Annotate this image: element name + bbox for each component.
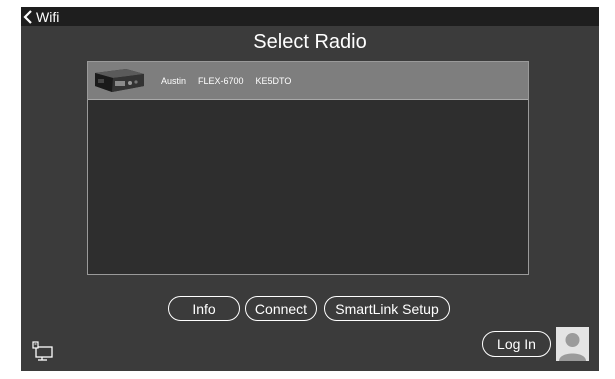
user-avatar-icon[interactable]	[556, 327, 589, 361]
log-in-button[interactable]: Log In	[482, 331, 551, 357]
radio-device-image	[95, 69, 144, 92]
radio-callsign: KE5DTO	[255, 75, 292, 86]
radio-list[interactable]: Austin FLEX-6700 KE5DTO	[87, 61, 529, 275]
app-window: Wifi Select Radio Austin FLEX-6700 KE5DT…	[21, 7, 599, 371]
radio-row[interactable]: Austin FLEX-6700 KE5DTO	[88, 62, 528, 100]
back-button[interactable]: Wifi	[23, 8, 59, 25]
smartlink-setup-button[interactable]: SmartLink Setup	[324, 296, 450, 321]
top-bar: Wifi	[21, 7, 599, 26]
network-icon[interactable]	[31, 341, 53, 361]
info-button[interactable]: Info	[168, 296, 240, 321]
chevron-left-icon	[23, 9, 32, 24]
page-title: Select Radio	[253, 31, 367, 53]
radio-name: Austin	[161, 75, 187, 86]
radio-model: FLEX-6700	[198, 75, 244, 86]
connect-button[interactable]: Connect	[245, 296, 317, 321]
back-label: Wifi	[36, 8, 60, 25]
